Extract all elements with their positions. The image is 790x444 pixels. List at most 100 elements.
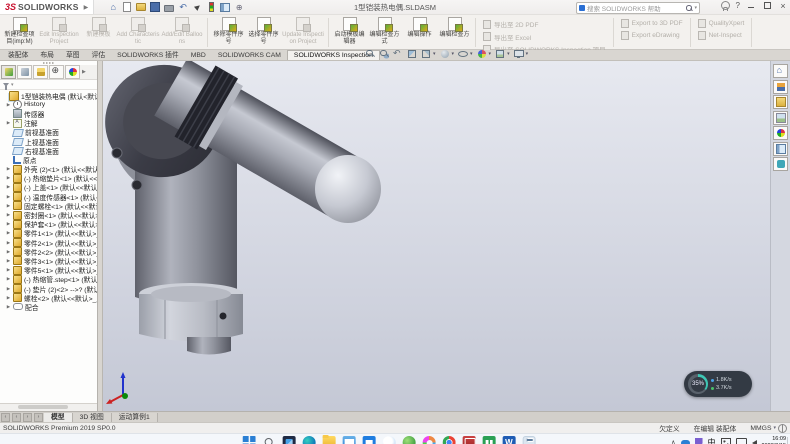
tab-MBD[interactable]: MBD bbox=[185, 51, 212, 60]
search-taskbar-icon[interactable] bbox=[263, 436, 276, 444]
remove-balloons-button[interactable]: 移除零件序号 bbox=[211, 16, 246, 49]
tab-scroll-icon[interactable]: ‹ bbox=[1, 413, 10, 422]
app-green-taskbar-icon[interactable] bbox=[403, 436, 416, 444]
menu-flyout-icon[interactable]: ▶ bbox=[84, 4, 89, 11]
doc-tab-模型[interactable]: 模型 bbox=[44, 413, 73, 422]
apply-scene-caret-icon[interactable]: ▾ bbox=[507, 51, 510, 57]
tab-草图[interactable]: 草图 bbox=[60, 51, 86, 60]
tab-SOLIDWORKS 插件[interactable]: SOLIDWORKS 插件 bbox=[111, 51, 185, 60]
cloud-drive-taskbar-icon[interactable] bbox=[383, 436, 396, 444]
onedrive-icon[interactable] bbox=[681, 440, 690, 444]
appearances-scenes-tab[interactable] bbox=[773, 126, 788, 140]
file-explorer-tab[interactable] bbox=[773, 95, 788, 109]
ime-mode-icon[interactable] bbox=[721, 438, 731, 444]
home-icon[interactable] bbox=[108, 2, 118, 12]
section-view-icon[interactable] bbox=[407, 49, 417, 59]
tab-scroll-icon[interactable]: ‹ bbox=[12, 413, 21, 422]
design-library-tab[interactable] bbox=[773, 80, 788, 94]
lights-icon[interactable] bbox=[206, 2, 216, 12]
tab-overflow-icon[interactable]: ▶ bbox=[82, 69, 86, 75]
scrollbar-thumb[interactable] bbox=[18, 405, 68, 409]
search-caret-icon[interactable]: ▾ bbox=[694, 5, 697, 11]
close-button[interactable] bbox=[778, 1, 788, 10]
tree-item[interactable]: ▶History bbox=[0, 100, 97, 109]
view-settings-icon[interactable] bbox=[514, 49, 524, 59]
export-button[interactable]: Net-Inspect bbox=[698, 31, 745, 40]
hide-show-items-icon[interactable] bbox=[458, 49, 468, 59]
solidworks-taskbar-icon[interactable] bbox=[523, 436, 536, 444]
tag-globe-icon[interactable] bbox=[778, 424, 787, 433]
select-balloons-button[interactable]: 选择零件序号 bbox=[246, 16, 281, 49]
store-taskbar-icon[interactable] bbox=[363, 436, 376, 444]
solidworks-forum-tab[interactable] bbox=[773, 157, 788, 171]
3d-model[interactable] bbox=[103, 61, 770, 411]
update-inspection-project-button[interactable]: Update Inspection Project bbox=[281, 16, 325, 49]
tree-root[interactable]: 1型铠装热电偶 (默认<默认_显示状态-1>) bbox=[0, 91, 97, 100]
edit-inspection-project-button[interactable]: Edit Inspection Project bbox=[37, 16, 81, 49]
tree-horizontal-scrollbar[interactable] bbox=[0, 403, 97, 411]
wps-taskbar-icon[interactable] bbox=[483, 436, 496, 444]
app-red-taskbar-icon[interactable] bbox=[463, 436, 476, 444]
file-explorer-taskbar-icon[interactable] bbox=[323, 436, 336, 444]
tab-feature-manager[interactable] bbox=[1, 65, 16, 79]
tab-SOLIDWORKS CAM[interactable]: SOLIDWORKS CAM bbox=[212, 51, 287, 60]
options-icon[interactable] bbox=[234, 2, 244, 12]
ime-language-indicator[interactable]: 中 bbox=[708, 437, 716, 444]
display-style-caret-icon[interactable]: ▾ bbox=[452, 51, 455, 57]
solidworks-logo[interactable]: 3S SOLIDWORKS ▶ bbox=[0, 0, 94, 14]
tree-item[interactable]: ▶螺栓<2> (默认<<默认>_显示状态 bbox=[0, 293, 97, 302]
view-settings-caret-icon[interactable]: ▾ bbox=[526, 51, 529, 57]
export-button[interactable]: 导出至 Excel bbox=[483, 32, 606, 42]
login-icon[interactable] bbox=[721, 1, 730, 10]
print-icon[interactable] bbox=[164, 2, 174, 12]
zoom-to-fit-icon[interactable] bbox=[365, 49, 375, 59]
tree-item[interactable]: 传感器 bbox=[0, 109, 97, 118]
doc-tab-运动算例1[interactable]: 运动算例1 bbox=[112, 413, 158, 422]
units-selector[interactable]: MMGS ▾ bbox=[750, 425, 776, 432]
volume-icon[interactable] bbox=[752, 440, 757, 444]
tree-item[interactable]: 右视基准面 bbox=[0, 146, 97, 155]
taskbar-clock[interactable]: 16:09 2022/8/15 bbox=[762, 436, 786, 444]
doc-tab-3D 视图[interactable]: 3D 视图 bbox=[73, 413, 112, 422]
new-inspection-project-button[interactable]: 新建检查项目(imp:M) bbox=[2, 16, 37, 49]
new-template-button[interactable]: 新建模板 bbox=[81, 16, 116, 49]
search-icon[interactable] bbox=[686, 5, 692, 11]
add-edit-balloons-button[interactable]: Add/Edit Balloons bbox=[160, 16, 204, 49]
tray-chevron-up-icon[interactable]: ∧ bbox=[671, 439, 675, 444]
tab-评估[interactable]: 评估 bbox=[86, 51, 112, 60]
edit-inspection-methods-button[interactable]: 编辑检查方式 bbox=[367, 16, 402, 49]
launch-template-editor-button[interactable]: 启动模板编辑器 bbox=[332, 16, 367, 49]
widgets-taskbar-icon[interactable] bbox=[283, 436, 296, 444]
new-icon[interactable] bbox=[122, 2, 132, 12]
edit-operations-button[interactable]: 编辑操作 bbox=[402, 16, 437, 49]
view-palette-tab[interactable] bbox=[773, 111, 788, 125]
mail-taskbar-icon[interactable] bbox=[343, 436, 356, 444]
chrome-taskbar-icon[interactable] bbox=[443, 436, 456, 444]
open-icon[interactable] bbox=[136, 2, 146, 12]
export-button[interactable]: QualityXpert bbox=[698, 19, 745, 28]
previous-view-icon[interactable] bbox=[393, 49, 403, 59]
tab-布局[interactable]: 布局 bbox=[34, 51, 60, 60]
view-orientation-icon[interactable] bbox=[421, 49, 431, 59]
select-icon[interactable] bbox=[192, 2, 202, 12]
tab-装配体[interactable]: 装配体 bbox=[2, 51, 34, 60]
undo-icon[interactable] bbox=[178, 2, 188, 12]
security-shield-icon[interactable] bbox=[695, 438, 703, 444]
tab-display-manager[interactable] bbox=[65, 65, 80, 79]
solidworks-resources-tab[interactable] bbox=[773, 64, 788, 78]
add-characteristic-button[interactable]: Add Characteristic bbox=[116, 16, 160, 49]
tab-property-manager[interactable] bbox=[17, 65, 32, 79]
apply-scene-icon[interactable] bbox=[495, 49, 505, 59]
tab-scroll-icon[interactable]: › bbox=[23, 413, 32, 422]
tab-scroll-icon[interactable]: › bbox=[34, 413, 43, 422]
start-taskbar-icon[interactable] bbox=[243, 436, 256, 444]
hide-show-items-caret-icon[interactable]: ▾ bbox=[470, 51, 473, 57]
restore-button[interactable] bbox=[762, 1, 772, 10]
display-icon[interactable] bbox=[736, 438, 747, 444]
edge-taskbar-icon[interactable] bbox=[303, 436, 316, 444]
display-style-icon[interactable] bbox=[440, 49, 450, 59]
word-taskbar-icon[interactable] bbox=[503, 436, 516, 444]
tab-configuration-manager[interactable] bbox=[33, 65, 48, 79]
zoom-to-area-icon[interactable] bbox=[379, 49, 389, 59]
system-monitor-overlay[interactable]: 35% 1.8K/s 3.7K/s bbox=[684, 371, 752, 397]
